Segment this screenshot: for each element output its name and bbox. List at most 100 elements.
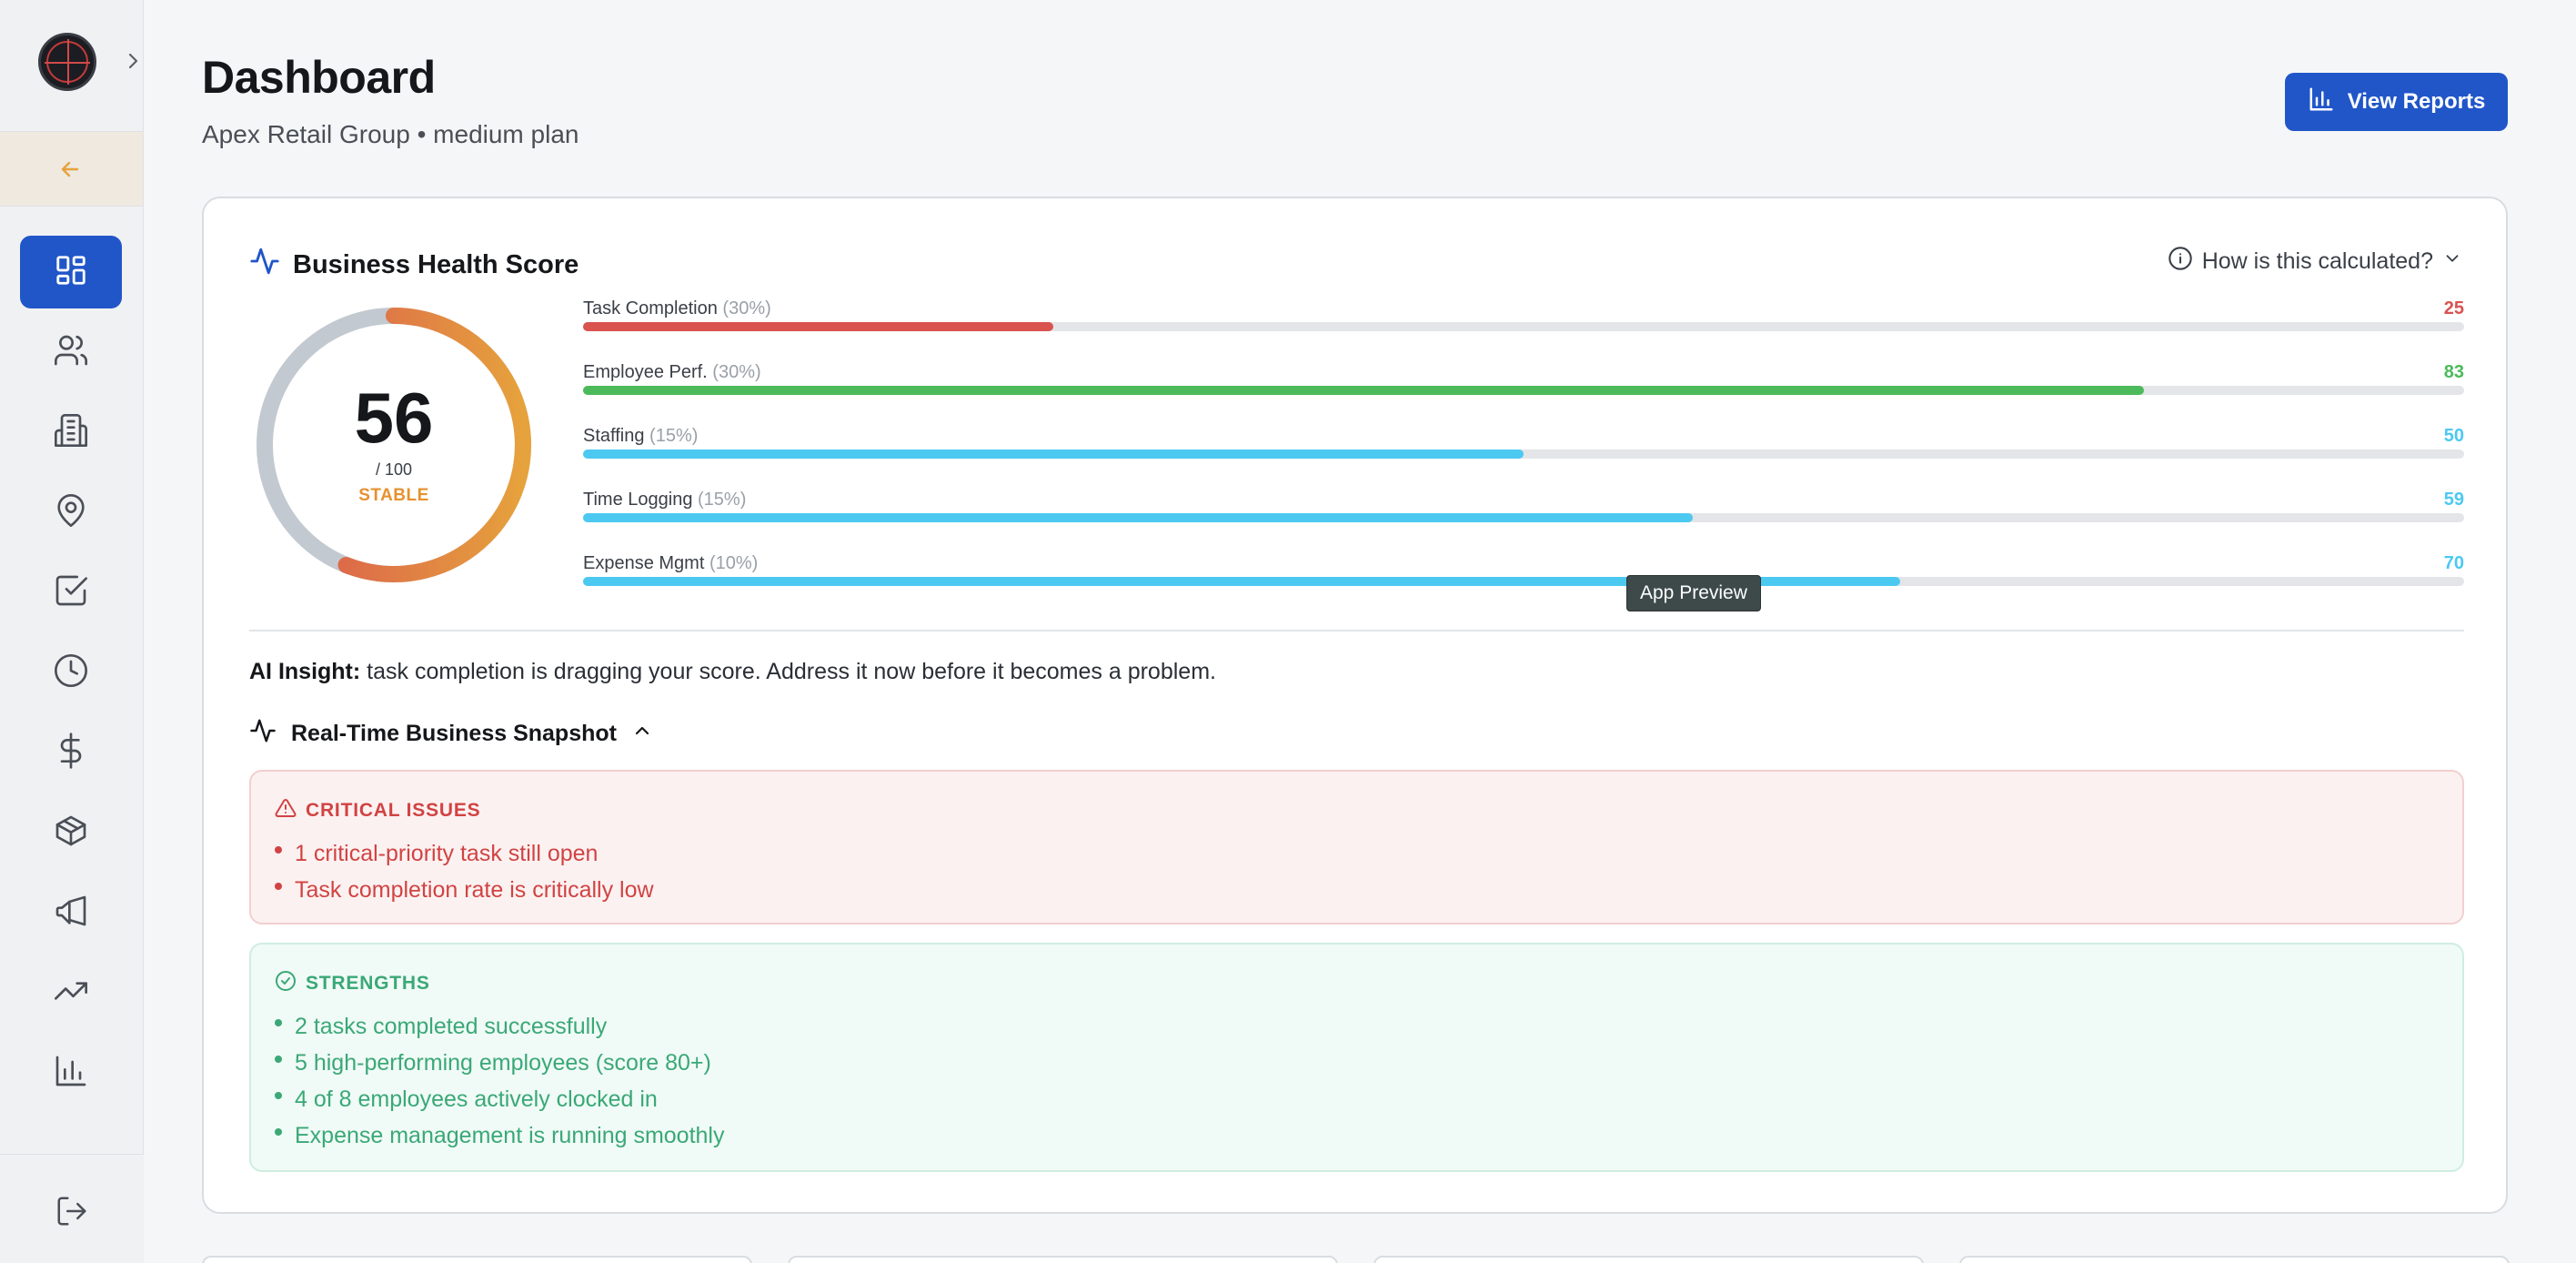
snapshot-toggle[interactable]: Real-Time Business Snapshot bbox=[249, 717, 653, 751]
alert-triangle-icon bbox=[275, 797, 297, 824]
bar-chart-icon bbox=[53, 1053, 89, 1094]
sidebar-header bbox=[0, 0, 143, 132]
metric-weight: (15%) bbox=[698, 490, 747, 510]
dollar-icon bbox=[53, 732, 89, 773]
sidebar bbox=[0, 0, 144, 1263]
sidebar-item-inventory[interactable] bbox=[20, 796, 122, 869]
metric-task-completion: Task Completion (30%) 25 bbox=[583, 298, 2464, 344]
logout-icon[interactable] bbox=[55, 1194, 89, 1233]
chevron-up-icon bbox=[631, 720, 653, 748]
metric-weight: (30%) bbox=[722, 298, 771, 318]
summary-card bbox=[1374, 1256, 1924, 1263]
metric-track bbox=[583, 450, 2464, 459]
summary-card bbox=[202, 1256, 752, 1263]
metric-expense-mgmt: Expense Mgmt (10%) 70 bbox=[583, 553, 2464, 599]
metric-track bbox=[583, 513, 2464, 522]
ai-insight-text: task completion is dragging your score. … bbox=[367, 659, 1216, 684]
metric-value: 50 bbox=[2443, 426, 2464, 446]
map-pin-icon bbox=[53, 492, 89, 533]
metric-track bbox=[583, 322, 2464, 331]
trending-up-icon bbox=[53, 973, 89, 1014]
metric-label: Time Logging bbox=[583, 490, 693, 510]
avatar[interactable] bbox=[38, 33, 96, 91]
list-item: Expense management is running smoothly bbox=[275, 1117, 725, 1154]
metric-track bbox=[583, 577, 2464, 586]
check-square-icon bbox=[53, 572, 89, 613]
sidebar-item-map[interactable] bbox=[20, 476, 122, 549]
metric-employee-perf: Employee Perf. (30%) 83 bbox=[583, 362, 2464, 408]
metric-staffing: Staffing (15%) 50 bbox=[583, 426, 2464, 471]
metric-fill bbox=[583, 322, 1053, 331]
arrow-left-icon bbox=[57, 157, 83, 187]
sidebar-item-users[interactable] bbox=[20, 316, 122, 389]
critical-issues-heading: CRITICAL ISSUES bbox=[275, 797, 480, 824]
health-score-max: / 100 bbox=[375, 460, 413, 479]
activity-icon bbox=[249, 717, 277, 751]
metric-weight: (30%) bbox=[712, 362, 761, 382]
critical-issues-panel: CRITICAL ISSUES 1 critical-priority task… bbox=[249, 770, 2464, 925]
list-item: 2 tasks completed successfully bbox=[275, 1008, 725, 1045]
metric-weight: (15%) bbox=[649, 426, 699, 446]
metric-time-logging: Time Logging (15%) 59 bbox=[583, 490, 2464, 535]
sidebar-item-reports[interactable] bbox=[20, 1036, 122, 1109]
how-calculated-toggle[interactable]: How is this calculated? bbox=[2168, 246, 2462, 278]
ai-insight: AI Insight: task completion is dragging … bbox=[249, 659, 1216, 685]
snapshot-title: Real-Time Business Snapshot bbox=[291, 721, 617, 746]
sidebar-item-dashboard[interactable] bbox=[20, 236, 122, 308]
metric-fill bbox=[583, 450, 1524, 459]
metric-label: Expense Mgmt bbox=[583, 553, 705, 573]
sidebar-item-expenses[interactable] bbox=[20, 716, 122, 789]
list-item: 5 high-performing employees (score 80+) bbox=[275, 1045, 725, 1081]
metric-label: Employee Perf. bbox=[583, 362, 708, 382]
list-item: 4 of 8 employees actively clocked in bbox=[275, 1081, 725, 1117]
info-icon bbox=[2168, 246, 2193, 278]
chevron-down-icon bbox=[2442, 248, 2462, 275]
app-preview-tooltip: App Preview bbox=[1626, 575, 1761, 611]
health-score-gauge: 56 / 100 STABLE bbox=[255, 306, 533, 584]
strengths-panel: STRENGTHS 2 tasks completed successfully… bbox=[249, 943, 2464, 1172]
strengths-heading: STRENGTHS bbox=[275, 970, 430, 997]
sidebar-item-tasks[interactable] bbox=[20, 556, 122, 629]
metric-value: 59 bbox=[2443, 490, 2464, 510]
card-title: Business Health Score bbox=[249, 246, 579, 284]
chevron-right-icon[interactable] bbox=[124, 47, 144, 75]
page-title: Dashboard bbox=[202, 52, 436, 103]
health-status: STABLE bbox=[358, 486, 429, 505]
summary-card bbox=[788, 1256, 1338, 1263]
list-item: Task completion rate is critically low bbox=[275, 872, 654, 908]
building-icon bbox=[53, 412, 89, 453]
summary-card bbox=[1959, 1256, 2510, 1263]
dashboard-icon bbox=[54, 253, 88, 292]
metric-fill bbox=[583, 513, 1694, 522]
sidebar-footer bbox=[0, 1154, 144, 1263]
company-name: Apex Retail Group bbox=[202, 120, 410, 148]
card-title-text: Business Health Score bbox=[293, 249, 579, 279]
ai-insight-label: AI Insight: bbox=[249, 659, 361, 684]
metric-track bbox=[583, 386, 2464, 395]
package-icon bbox=[53, 813, 89, 854]
metric-label: Staffing bbox=[583, 426, 645, 446]
activity-icon bbox=[249, 246, 280, 284]
metric-value: 70 bbox=[2443, 553, 2464, 573]
business-health-card: Business Health Score How is this calcul… bbox=[202, 197, 2508, 1214]
page-subtitle: Apex Retail Group • medium plan bbox=[202, 120, 579, 149]
sidebar-item-marketing[interactable] bbox=[20, 876, 122, 949]
list-item: 1 critical-priority task still open bbox=[275, 835, 654, 872]
sidebar-item-growth[interactable] bbox=[20, 956, 122, 1029]
metric-value: 83 bbox=[2443, 362, 2464, 382]
metric-label: Task Completion bbox=[583, 298, 718, 318]
check-circle-icon bbox=[275, 970, 297, 997]
how-calculated-label: How is this calculated? bbox=[2201, 248, 2433, 274]
view-reports-button[interactable]: View Reports bbox=[2285, 73, 2508, 131]
sidebar-item-locations[interactable] bbox=[20, 396, 122, 469]
clock-icon bbox=[53, 652, 89, 693]
metric-value: 25 bbox=[2443, 298, 2464, 318]
sidebar-item-time[interactable] bbox=[20, 636, 122, 709]
metric-weight: (10%) bbox=[709, 553, 759, 573]
view-reports-label: View Reports bbox=[2347, 89, 2486, 114]
divider bbox=[249, 630, 2464, 632]
plan-name: medium plan bbox=[433, 120, 579, 148]
metric-fill bbox=[583, 386, 2145, 395]
back-button[interactable] bbox=[0, 132, 143, 207]
users-icon bbox=[53, 332, 89, 373]
